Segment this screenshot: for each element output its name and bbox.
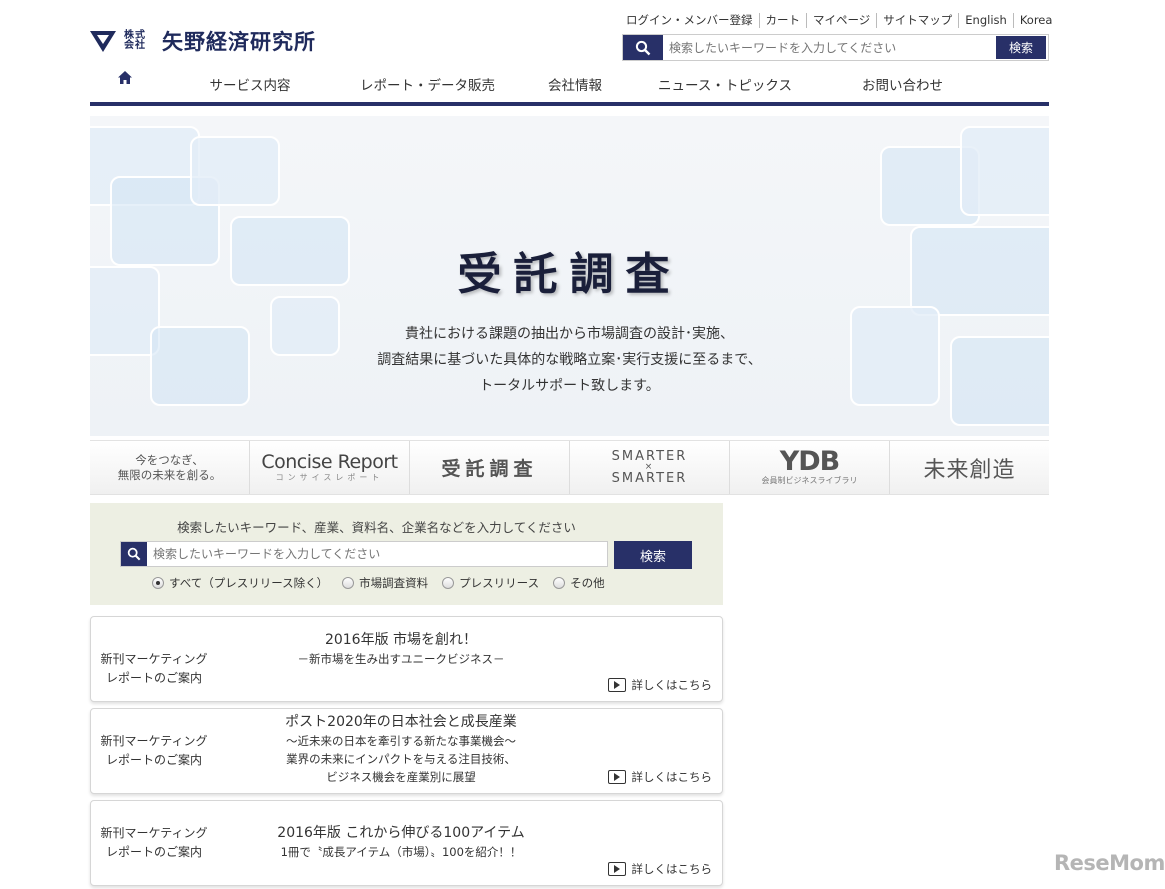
nav-news[interactable]: ニュース・トピックス: [635, 74, 815, 94]
radio-dot[interactable]: [442, 577, 455, 589]
card-more-link[interactable]: 詳しくはこちら: [607, 677, 713, 693]
card-more-label: 詳しくはこちら: [631, 678, 713, 692]
nav-contact[interactable]: お問い合わせ: [815, 74, 990, 94]
card-category-line: 新刊マーケティング: [100, 652, 208, 666]
card-content: 2016年版 市場を創れ！ －新市場を生み出すユニークビジネス－: [241, 630, 561, 668]
utility-links: ログイン・メンバー登録 カート マイページ サイトマップ English Kor…: [620, 13, 1058, 28]
report-search-panel: 検索したいキーワード、産業、資料名、企業名などを入力してください 検索 すべて（…: [90, 503, 723, 605]
card-subtitle: 1冊で〝成長アイテム（市場）〟100を紹介！！: [280, 845, 522, 859]
banner-tagline-line: 無限の未来を創る。: [117, 467, 222, 482]
hero-decoration: [960, 126, 1049, 216]
banner-concise-subtitle: コンサイスレポート: [275, 473, 384, 482]
card-more-link[interactable]: 詳しくはこちら: [607, 861, 713, 877]
banner-ydb[interactable]: YDB 会員制ビジネスライブラリ: [730, 441, 890, 494]
banner-smarter-bottom: SMARTER: [611, 471, 688, 486]
card-title: 2016年版 これから伸びる100アイテム: [277, 825, 525, 841]
play-icon: [607, 678, 626, 692]
hero-banner[interactable]: 受託調査 貴社における課題の抽出から市場調査の設計･実施、 調査結果に基づいた具…: [90, 116, 1049, 436]
card-more-label: 詳しくはこちら: [631, 862, 713, 876]
hero-description: 貴社における課題の抽出から市場調査の設計･実施、 調査結果に基づいた具体的な戦略…: [90, 321, 1049, 399]
report-card[interactable]: 新刊マーケティング レポートのご案内 2016年版 これから伸びる100アイテム…: [90, 800, 723, 886]
radio-dot[interactable]: [553, 577, 566, 589]
logo-mark-icon: [90, 31, 116, 52]
radio-dot[interactable]: [342, 577, 355, 589]
card-category-line: 新刊マーケティング: [100, 826, 208, 840]
site-logo[interactable]: 株式会社 矢野経済研究所: [90, 26, 316, 56]
banner-contract-title: 受託調査: [441, 458, 538, 480]
global-nav: サービス内容 レポート・データ販売 会社情報 ニュース・トピックス お問い合わせ: [90, 66, 1049, 106]
hero-line: 貴社における課題の抽出から市場調査の設計･実施、: [405, 326, 734, 342]
banner-ydb-title: YDB: [779, 446, 841, 477]
report-card[interactable]: 新刊マーケティング レポートのご案内 ポスト2020年の日本社会と成長産業 ～近…: [90, 708, 723, 794]
radio-all[interactable]: すべて（プレスリリース除く）: [152, 575, 328, 591]
logo-company-type: 株式会社: [124, 30, 146, 51]
card-content: ポスト2020年の日本社会と成長産業 ～近未来の日本を牽引する新たな事業機会～ …: [241, 712, 561, 786]
report-search-button[interactable]: 検索: [614, 541, 692, 569]
report-card[interactable]: 新刊マーケティング レポートのご案内 2016年版 市場を創れ！ －新市場を生み…: [90, 616, 723, 702]
report-search-field: [120, 541, 608, 567]
search-icon: [623, 35, 663, 60]
radio-label: その他: [570, 576, 605, 590]
hero-title: 受託調査: [457, 249, 682, 300]
banner-ydb-subtitle: 会員制ビジネスライブラリ: [761, 476, 858, 485]
card-more-label: 詳しくはこちら: [631, 770, 713, 784]
banner-smarter[interactable]: SMARTER × SMARTER: [570, 441, 730, 494]
hero-decoration: [190, 136, 280, 206]
search-guide-text: 検索したいキーワード、産業、資料名、企業名などを入力してください: [177, 520, 576, 535]
logo-company-name: 矢野経済研究所: [162, 29, 316, 54]
card-title: 2016年版 市場を創れ！: [324, 632, 478, 648]
sitemap-link[interactable]: サイトマップ: [876, 13, 958, 28]
banner-contract-research[interactable]: 受託調査: [410, 441, 570, 494]
play-icon: [607, 770, 626, 784]
banner-concise-title: Concise Report: [261, 451, 398, 473]
cart-link[interactable]: カート: [758, 13, 807, 28]
radio-label: 市場調査資料: [359, 576, 429, 590]
mypage-link[interactable]: マイページ: [806, 13, 876, 28]
radio-label: すべて（プレスリリース除く）: [169, 576, 329, 590]
radio-other[interactable]: その他: [553, 575, 605, 591]
hero-line: トータルサポート致します。: [479, 378, 660, 394]
card-subtitle: ビジネス機会を産業別に展望: [326, 770, 476, 784]
radio-label: プレスリリース: [459, 576, 540, 590]
banner-mirai[interactable]: 未来創造: [890, 441, 1049, 494]
radio-press-release[interactable]: プレスリリース: [442, 575, 539, 591]
home-icon[interactable]: [90, 70, 160, 84]
card-subtitle: 業界の未来にインパクトを与える注目技術、: [286, 752, 516, 766]
card-category: 新刊マーケティング レポートのご案内: [97, 824, 211, 862]
service-banners: 今をつなぎ、 無限の未来を創る。 Concise Report コンサイスレポー…: [90, 440, 1049, 495]
radio-market-research[interactable]: 市場調査資料: [342, 575, 428, 591]
card-content: 2016年版 これから伸びる100アイテム 1冊で〝成長アイテム（市場）〟100…: [241, 823, 561, 861]
card-subtitle: ～近未来の日本を牽引する新たな事業機会～: [286, 734, 516, 748]
banner-mirai-title: 未来創造: [923, 457, 1016, 483]
card-more-link[interactable]: 詳しくはこちら: [607, 769, 713, 785]
card-category-line: レポートのご案内: [105, 753, 202, 767]
nav-company[interactable]: 会社情報: [515, 74, 635, 94]
card-subtitle: －新市場を生み出すユニークビジネス－: [297, 652, 505, 666]
report-search-input[interactable]: [147, 547, 607, 561]
radio-dot[interactable]: [152, 577, 164, 589]
nav-reports[interactable]: レポート・データ販売: [340, 74, 515, 94]
card-category: 新刊マーケティング レポートのご案内: [97, 732, 211, 770]
banner-smarter-label: SMARTER × SMARTER: [612, 450, 688, 485]
search-icon: [121, 542, 147, 566]
header-search-input[interactable]: [663, 40, 996, 55]
korea-link[interactable]: Korea: [1012, 13, 1059, 28]
card-category-line: レポートのご案内: [105, 671, 202, 685]
card-title: ポスト2020年の日本社会と成長産業: [285, 714, 517, 730]
login-link[interactable]: ログイン・メンバー登録: [620, 13, 759, 28]
play-icon: [607, 862, 626, 876]
card-category: 新刊マーケティング レポートのご案内: [97, 650, 211, 688]
header-search-button[interactable]: 検索: [996, 36, 1046, 59]
search-filter-radios: すべて（プレスリリース除く） 市場調査資料 プレスリリース その他: [152, 575, 605, 591]
banner-concise-report[interactable]: Concise Report コンサイスレポート: [250, 441, 410, 494]
card-category-line: レポートのご案内: [105, 845, 202, 859]
hero-line: 調査結果に基づいた具体的な戦略立案･実行支援に至るまで、: [377, 352, 762, 368]
nav-services[interactable]: サービス内容: [160, 74, 340, 94]
card-category-line: 新刊マーケティング: [100, 734, 208, 748]
banner-tagline-line: 今をつなぎ、: [135, 452, 204, 467]
banner-tagline[interactable]: 今をつなぎ、 無限の未来を創る。: [90, 441, 250, 494]
english-link[interactable]: English: [958, 13, 1013, 28]
resemom-watermark: ReseMom: [1054, 851, 1165, 875]
header-search-bar: 検索: [622, 34, 1049, 61]
